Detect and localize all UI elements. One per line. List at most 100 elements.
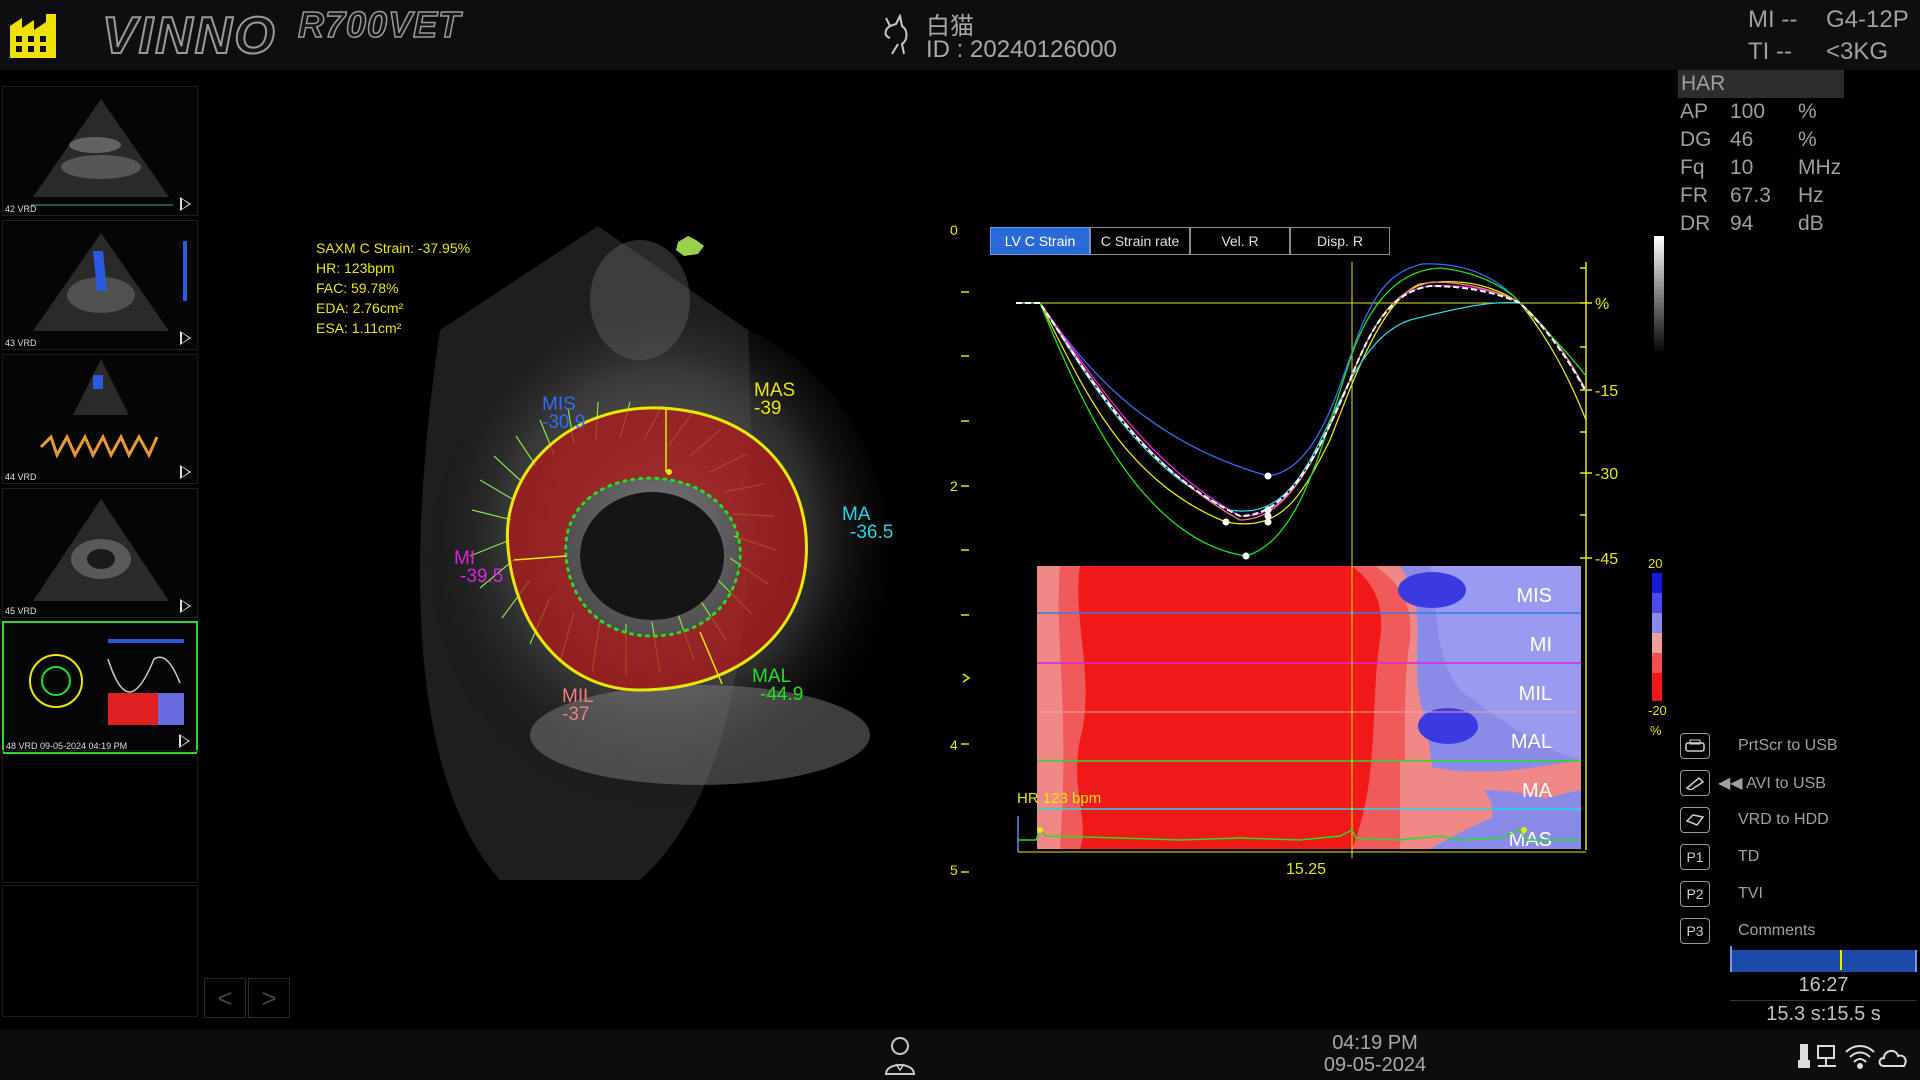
thumbnail-caption: 45 VRD <box>5 606 37 616</box>
y-tick-label: -45 <box>1595 551 1618 568</box>
action-prtscr-usb[interactable]: PrtScr to USB <box>1680 732 1910 760</box>
thumbnail-43[interactable]: 43 VRD <box>2 220 198 350</box>
curve-mas <box>1016 281 1587 525</box>
heatmap-label-mal: MAL <box>1511 731 1552 753</box>
doppler-thumb <box>33 233 187 331</box>
network-icon <box>1817 1045 1836 1067</box>
tab-disp-r[interactable]: Disp. R <box>1290 227 1390 255</box>
thumbnail-caption: 42 VRD <box>5 204 37 214</box>
curve-ma <box>1016 301 1587 512</box>
operator-icon[interactable] <box>882 1034 918 1076</box>
thumbnail-caption: 43 VRD <box>5 338 37 348</box>
measurement-esa: ESA: 1.11cm² <box>316 320 402 336</box>
status-icons <box>1798 1044 1907 1069</box>
action-td[interactable]: P1 TD <box>1680 843 1910 871</box>
thumbnail-42[interactable]: 42 VRD <box>2 86 198 216</box>
clock-time: 04:19 PM <box>1332 1032 1418 1054</box>
thumbnail-slot-empty <box>2 750 198 883</box>
scale-min-label: -20 <box>1648 703 1667 718</box>
patient-id: ID : 20240126000 <box>926 36 1117 63</box>
param-row: FR 67.3 Hz <box>1680 184 1824 207</box>
grayscale-bar <box>1654 236 1664 354</box>
factory-icon <box>10 14 56 58</box>
heatmap-label-mil: MIL <box>1519 683 1552 705</box>
cine-loop-slider[interactable] <box>1730 950 1917 972</box>
measurement-fac: FAC: 59.78% <box>316 280 399 296</box>
play-icon[interactable] <box>180 599 191 613</box>
thumbnail-44[interactable]: 44 VRD <box>2 354 198 484</box>
cine-position-marker[interactable] <box>1840 950 1842 970</box>
measurement-strain: SAXM C Strain: -37.95% <box>316 240 471 256</box>
orientation-marker <box>676 236 704 256</box>
cine-time: 16:27 <box>1798 974 1849 996</box>
tab-vel-r[interactable]: Vel. R <box>1190 227 1290 255</box>
ultrasound-thumb <box>31 99 173 206</box>
strain-thumb <box>29 639 184 725</box>
cine-start-handle[interactable] <box>1730 946 1732 954</box>
measurement-results: SAXM C Strain: -37.95% HR: 123bpm FAC: 5… <box>316 238 470 338</box>
segment-label-mas: MAS -39 <box>754 380 796 419</box>
param-row: Fq 10 MHz <box>1680 156 1842 179</box>
tab-lv-c-strain[interactable]: LV C Strain <box>990 227 1090 255</box>
curve-mal <box>1016 267 1587 557</box>
heatmap-label-mis: MIS <box>1516 585 1552 607</box>
segment-label-mil: MIL -37 <box>562 686 594 725</box>
segment-label-mi: MI -39.5 <box>454 548 504 587</box>
probe-name: G4-12P <box>1826 6 1909 33</box>
action-comments[interactable]: P3 Comments <box>1680 917 1910 945</box>
bottom-bar <box>0 1030 1920 1080</box>
y-unit: % <box>1595 296 1609 313</box>
weight-preset: <3KG <box>1826 38 1889 65</box>
imaging-mode: HAR <box>1678 70 1844 98</box>
thumbnail-slot-empty <box>2 885 198 1017</box>
time-cursor-label: 15.25 <box>1286 861 1326 875</box>
ultrasound-image[interactable] <box>200 70 980 1020</box>
p2-key: P2 <box>1680 881 1710 907</box>
p3-key: P3 <box>1680 918 1710 944</box>
hdd-icon <box>1680 807 1710 833</box>
printer-icon <box>1680 733 1710 759</box>
heatmap-label-mi: MI <box>1530 634 1552 656</box>
y-tick-label: -15 <box>1595 383 1618 400</box>
strain-chart[interactable]: % -15 -30 -45 MIS MI MIL MAL MA MAS HR 1… <box>1000 255 1640 875</box>
segment-label-mis: MIS -30.9 <box>542 394 586 433</box>
scale-unit-label: % <box>1650 723 1662 738</box>
curve-mil <box>1016 281 1587 521</box>
tab-c-strain-rate[interactable]: C Strain rate <box>1090 227 1190 255</box>
divider <box>1730 1000 1917 1001</box>
strain-color-scale <box>1652 573 1662 701</box>
heart-rate-label: HR 123 bpm <box>1017 790 1101 807</box>
play-icon[interactable] <box>180 197 191 211</box>
play-icon[interactable] <box>179 734 190 748</box>
play-icon[interactable] <box>180 465 191 479</box>
play-icon[interactable] <box>180 331 191 345</box>
clock-date: 09-05-2024 <box>1323 1054 1427 1076</box>
depth-ticks <box>961 291 971 873</box>
y-tick-label: -30 <box>1595 466 1618 483</box>
thumbnail-45[interactable]: 45 VRD <box>2 488 198 618</box>
ti-index: TI -- <box>1748 38 1792 65</box>
param-row: DR 94 dB <box>1680 212 1824 235</box>
brand-logo: VINNO <box>101 6 277 66</box>
usb-drive-icon <box>1680 770 1710 796</box>
thumbnail-48[interactable]: 48 VRD 09-05-2024 04:19 PM <box>2 621 198 754</box>
thumbnail-caption: 44 VRD <box>5 472 37 482</box>
param-row: AP 100% <box>1680 100 1817 123</box>
analysis-tabs: LV C Strain C Strain rate Vel. R Disp. R <box>990 227 1390 255</box>
segment-label-mal: MAL -44.9 <box>752 666 804 705</box>
wifi-icon <box>1845 1045 1875 1069</box>
spectral-thumb <box>39 359 159 459</box>
action-tvi[interactable]: P2 TVI <box>1680 880 1910 908</box>
action-avi-usb[interactable]: ◀◀ AVI to USB <box>1680 769 1910 797</box>
param-row: DG 46% <box>1680 128 1817 151</box>
curve-mi <box>1016 285 1587 517</box>
measurement-hr: HR: 123bpm <box>316 260 395 276</box>
heatmap-label-ma: MA <box>1522 780 1553 802</box>
action-vrd-hdd[interactable]: VRD to HDD <box>1680 806 1910 834</box>
scale-max-label: 20 <box>1648 556 1663 571</box>
measurement-eda: EDA: 2.76cm² <box>316 300 404 316</box>
curve-average <box>1016 284 1587 518</box>
cat-icon <box>884 14 908 55</box>
strain-heatmap <box>1037 566 1581 849</box>
cloud-icon <box>1878 1050 1907 1067</box>
